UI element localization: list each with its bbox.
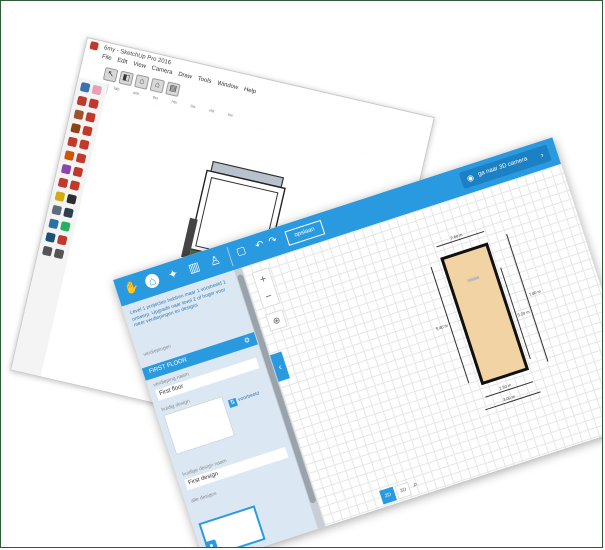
move-tool-icon[interactable]: [67, 136, 78, 148]
select-tool-icon[interactable]: [79, 81, 91, 93]
door-marker[interactable]: [467, 275, 480, 283]
offset-tool-icon[interactable]: [81, 125, 93, 137]
camera-icon: ◉: [465, 172, 476, 184]
figure-icon[interactable]: ♙: [206, 252, 224, 270]
undo-icon[interactable]: ↶: [254, 239, 265, 252]
menu-file[interactable]: File: [100, 54, 112, 66]
text-tool-icon[interactable]: [69, 180, 81, 191]
select-icon[interactable]: ↖: [102, 66, 119, 83]
topbar-separator: [226, 247, 234, 267]
circle-tool-icon[interactable]: [85, 111, 96, 123]
pan-tool-icon[interactable]: [63, 207, 74, 219]
rectangle-tool-icon[interactable]: [73, 109, 85, 121]
rotate-tool-icon[interactable]: [78, 139, 90, 151]
all-designs-label: alle designs: [190, 490, 218, 505]
preview-toggle-label[interactable]: voorbeeld: [237, 391, 260, 403]
eraser-tool-icon[interactable]: [91, 84, 103, 96]
floors-label: verdiepingen: [142, 343, 172, 359]
eraser-icon[interactable]: ◧: [118, 70, 135, 86]
house-icon[interactable]: ⌂: [143, 272, 162, 290]
axes-tool-icon[interactable]: [54, 191, 66, 202]
redo-icon[interactable]: ↷: [267, 235, 278, 248]
pencil-tool-icon[interactable]: [76, 95, 88, 107]
menu-edit[interactable]: Edit: [116, 57, 128, 69]
home-icon[interactable]: ⌂: [134, 73, 150, 90]
screenshot-frame: 6my - SketchUp Pro 2016 File Edit View C…: [0, 0, 603, 548]
zoom-extents-tool-icon[interactable]: [45, 232, 56, 243]
book-icon[interactable]: ▥: [185, 259, 203, 277]
position-camera-tool-icon[interactable]: [56, 234, 68, 246]
lookaround-tool-icon[interactable]: [53, 248, 65, 260]
zoom-tool-icon[interactable]: [48, 218, 60, 230]
3dtext-tool-icon[interactable]: [66, 193, 78, 205]
wand-icon[interactable]: ✦: [164, 265, 182, 283]
swap-icon[interactable]: ⇅: [227, 397, 238, 409]
document-icon[interactable]: ▢: [235, 245, 247, 258]
hand-icon[interactable]: ✋: [122, 279, 141, 297]
chevron-right-icon: ›: [539, 150, 545, 160]
gear-icon[interactable]: ⚙: [242, 334, 252, 348]
walk-tool-icon[interactable]: [41, 245, 53, 257]
zoom-out-button[interactable]: −: [258, 286, 279, 308]
protractor-tool-icon[interactable]: [57, 177, 69, 189]
pushpull-tool-icon[interactable]: [70, 122, 82, 134]
dimension-tool-icon[interactable]: [72, 166, 84, 178]
scale-tool-icon[interactable]: [63, 150, 75, 161]
orbit-tool-icon[interactable]: [51, 204, 63, 216]
zoom-window-tool-icon[interactable]: [59, 221, 71, 232]
arc-tool-icon[interactable]: [88, 98, 100, 110]
followme-tool-icon[interactable]: [75, 152, 87, 164]
scenes-icon[interactable]: ▤: [165, 80, 181, 97]
tape-tool-icon[interactable]: [60, 163, 72, 175]
house-icon[interactable]: ⌂: [149, 77, 166, 93]
